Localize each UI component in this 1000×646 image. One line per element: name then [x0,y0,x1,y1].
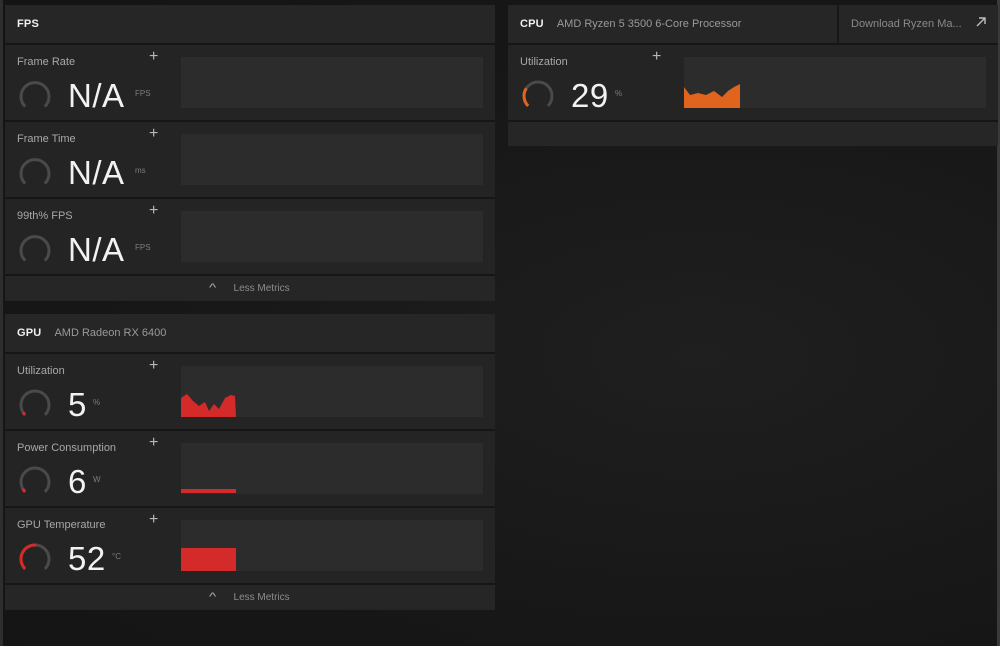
less-metrics-label: Less Metrics [233,591,290,603]
download-ryzen-master-button[interactable]: Download Ryzen Ma... [837,5,997,43]
gauge-track [522,80,554,107]
metric-unit: FPS [135,243,151,252]
less-metrics-button[interactable]: ^ Less Metrics [5,276,495,300]
fps-panel-title: FPS [17,18,39,30]
gauge-icon [19,158,51,185]
performance-overlay: FPS Frame Rate + N/A FPS Frame Time + N/… [0,0,1000,646]
gauge-track [19,389,51,416]
less-metrics-button[interactable]: ^ Less Metrics [5,585,495,609]
metric-name: Utilization [17,365,65,377]
metric-frame-rate: Frame Rate + N/A FPS [5,45,495,122]
metric-value: 6 [68,463,87,500]
add-metric-plus-icon[interactable]: + [149,202,158,220]
gpu-panel: GPU AMD Radeon RX 6400 Utilization + 5 %… [5,314,495,610]
metric-unit: % [93,398,101,407]
fps-panel-header: FPS [5,5,495,45]
gauge-icon [522,80,554,107]
metric-value: 5 [68,386,87,423]
metric-value: N/A [68,77,125,114]
add-metric-plus-icon[interactable]: + [149,511,158,529]
metric-unit: ms [135,166,146,175]
gauge-value-arc [21,411,27,416]
cpu-panel-footer [508,122,998,146]
metric-graph [181,366,483,417]
sparkline-area [181,394,236,417]
add-metric-plus-icon[interactable]: + [149,434,158,452]
metric-value: 52 [68,540,106,577]
metric-frame-time: Frame Time + N/A ms [5,122,495,199]
metric-graph [181,134,483,185]
chevron-up-icon: ^ [209,591,217,603]
metric-power-consumption: Power Consumption + 6 W [5,431,495,508]
metric-name: 99th% FPS [17,210,73,222]
add-metric-plus-icon[interactable]: + [652,48,661,66]
metric-graph [181,520,483,571]
metric-name: GPU Temperature [17,519,106,531]
cpu-utilization-sparkline [684,84,740,108]
metric-graph [181,211,483,262]
metric-unit: FPS [135,89,151,98]
cpu-panel-title: CPU [520,18,544,30]
metric-cpu-utilization: Utilization + 29 % [508,45,998,122]
gauge-icon [19,235,51,262]
metric-gpu-utilization: Utilization + 5 % [5,354,495,431]
left-edge [0,0,3,646]
cpu-device-name: AMD Ryzen 5 3500 6-Core Processor [556,18,742,30]
sparkline-area [181,548,236,571]
gauge-value-arc [21,487,27,493]
gpu-panel-title: GPU [17,327,42,339]
fps-panel: FPS Frame Rate + N/A FPS Frame Time + N/… [5,5,495,301]
gpu-panel-header: GPU AMD Radeon RX 6400 [5,314,495,354]
sparkline-area [684,84,740,108]
gauge-icon [19,543,51,570]
sparkline-area [181,489,236,493]
gpu-utilization-sparkline [181,394,236,417]
metric-graph [684,57,986,108]
gauge-value-arc [19,543,37,570]
metric-gpu-temperature: GPU Temperature + 52 °C [5,508,495,585]
metric-value: 29 [571,77,609,114]
metric-name: Power Consumption [17,442,117,454]
gauge-track [19,466,51,493]
metric-name: Frame Rate [17,56,76,68]
metric-name: Frame Time [17,133,76,145]
metric-graph [181,57,483,108]
add-metric-plus-icon[interactable]: + [149,125,158,143]
metric-value: N/A [68,231,125,268]
chevron-up-icon: ^ [209,282,217,294]
gauge-icon [19,81,51,108]
metric-unit: W [93,475,101,484]
metric-unit: % [615,89,623,98]
metric-name: Utilization [520,56,568,68]
gauge-icon [19,466,51,493]
metric-graph [181,443,483,494]
add-metric-plus-icon[interactable]: + [149,48,158,66]
power-sparkline [181,489,236,493]
gauge-value-arc [522,87,530,107]
metric-unit: °C [112,552,121,561]
metric-value: N/A [68,154,125,191]
metric-99th-fps: 99th% FPS + N/A FPS [5,199,495,276]
gauge-icon [19,389,51,416]
gpu-device-name: AMD Radeon RX 6400 [54,327,167,339]
external-link-arrow-icon [976,17,986,27]
less-metrics-label: Less Metrics [233,282,290,294]
add-metric-plus-icon[interactable]: + [149,357,158,375]
temperature-sparkline [181,548,236,571]
download-label: Download Ryzen Ma... [851,18,962,30]
